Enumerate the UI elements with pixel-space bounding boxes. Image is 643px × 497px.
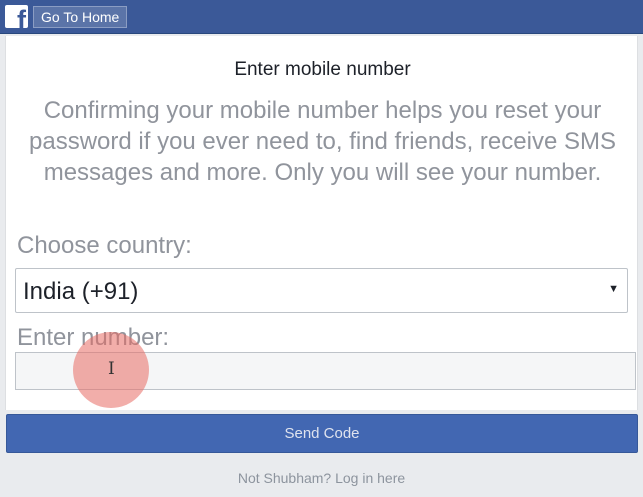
switch-account-link[interactable]: Not Shubham? Log in here xyxy=(0,470,643,486)
go-to-home-button[interactable]: Go To Home xyxy=(33,6,128,28)
top-bar: f Go To Home xyxy=(0,0,643,34)
facebook-logo-icon[interactable]: f xyxy=(5,5,28,28)
phone-number-input[interactable] xyxy=(15,352,636,390)
send-code-button[interactable]: Send Code xyxy=(6,414,638,453)
country-label: Choose country: xyxy=(17,232,192,259)
page-title: Enter mobile number xyxy=(234,59,411,80)
dropdown-arrow-icon: ▼ xyxy=(608,283,619,295)
number-label: Enter number: xyxy=(17,324,170,351)
country-select[interactable]: India (+91) ▼ xyxy=(15,268,628,313)
description-text: Confirming your mobile number helps you … xyxy=(29,97,616,186)
country-selected-value: India (+91) xyxy=(23,278,139,305)
mobile-number-card: Enter mobile number Confirming your mobi… xyxy=(5,36,638,410)
